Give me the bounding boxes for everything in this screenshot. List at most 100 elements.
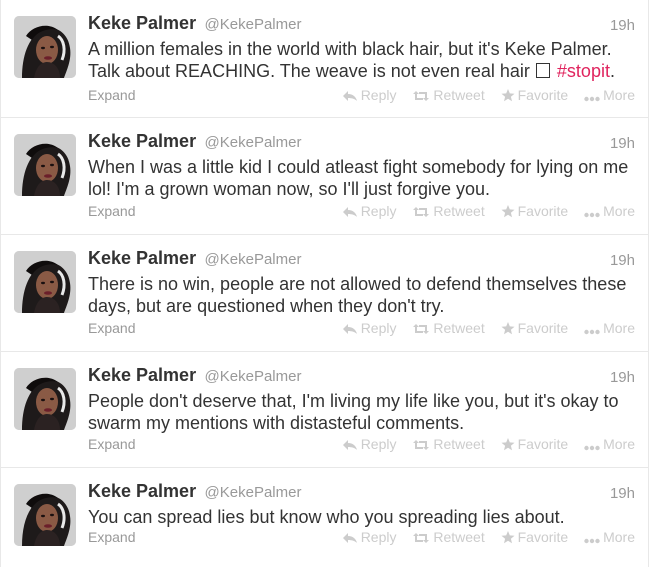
retweet-icon [413, 91, 430, 101]
dots-icon [584, 538, 600, 544]
reply-label: Reply [360, 203, 397, 219]
tweet-actions: Reply Retweet Favorite More [330, 436, 635, 452]
tweet-header: Keke Palmer @KekePalmer [88, 13, 301, 37]
retweet-label: Retweet [433, 529, 485, 545]
tweet-text-body: A million females in the world with blac… [88, 39, 612, 81]
favorite-button[interactable]: Favorite [501, 436, 568, 452]
timestamp[interactable]: 19h [610, 135, 635, 152]
retweet-label: Retweet [433, 320, 485, 336]
retweet-label: Retweet [433, 203, 485, 219]
tweet-actions: Reply Retweet Favorite More [330, 529, 635, 545]
avatar[interactable] [14, 134, 76, 196]
username[interactable]: @KekePalmer [205, 134, 302, 151]
tweet[interactable]: Keke Palmer @KekePalmer 19h You can spre… [1, 468, 648, 567]
favorite-button[interactable]: Favorite [501, 87, 569, 103]
reply-label: Reply [360, 87, 397, 103]
fullname[interactable]: Keke Palmer [88, 365, 196, 385]
expand-link[interactable]: Expand [88, 203, 135, 219]
expand-link[interactable]: Expand [88, 320, 135, 336]
tweet[interactable]: Keke Palmer @KekePalmer 19h A million fe… [1, 0, 648, 118]
reply-arrow-icon [342, 440, 357, 450]
tweet-footer: Expand Reply Retweet Favorite More [88, 87, 635, 107]
retweet-button[interactable]: Retweet [412, 87, 485, 103]
tweet-header: Keke Palmer @KekePalmer [88, 131, 301, 155]
timestamp[interactable]: 19h [610, 369, 635, 386]
tweet-text: When I was a little kid I could atleast … [88, 157, 629, 199]
more-button[interactable]: More [584, 529, 635, 545]
star-icon [501, 322, 515, 335]
tweet-text: People don't deserve that, I'm living my… [88, 391, 619, 433]
avatar[interactable] [14, 484, 76, 546]
tweet-header: Keke Palmer @KekePalmer [88, 365, 301, 389]
more-label: More [603, 203, 635, 219]
hashtag-link[interactable]: #stopit [557, 61, 610, 81]
fullname[interactable]: Keke Palmer [88, 248, 196, 268]
tweet-text: A million females in the world with blac… [88, 38, 636, 82]
dots-icon [584, 96, 600, 102]
reply-label: Reply [360, 320, 397, 336]
favorite-button[interactable]: Favorite [501, 529, 568, 545]
star-icon [501, 89, 515, 102]
timestamp[interactable]: 19h [610, 252, 635, 269]
more-button[interactable]: More [584, 436, 635, 452]
username[interactable]: @KekePalmer [205, 16, 302, 33]
reply-arrow-icon [342, 207, 357, 217]
dots-icon [584, 329, 600, 335]
timestamp[interactable]: 19h [610, 17, 635, 34]
tweet[interactable]: Keke Palmer @KekePalmer 19h People don't… [1, 352, 648, 468]
favorite-label: Favorite [517, 320, 569, 336]
username[interactable]: @KekePalmer [205, 368, 302, 385]
reply-button[interactable]: Reply [342, 529, 397, 545]
favorite-button[interactable]: Favorite [501, 320, 569, 336]
retweet-label: Retweet [433, 436, 485, 452]
fullname[interactable]: Keke Palmer [88, 13, 196, 33]
tweet-footer: Expand Reply Retweet Favorite More [88, 436, 635, 456]
more-label: More [603, 529, 635, 545]
more-button[interactable]: More [584, 203, 635, 219]
tweet[interactable]: Keke Palmer @KekePalmer 19h When I was a… [1, 118, 648, 235]
retweet-button[interactable]: Retweet [412, 529, 485, 545]
retweet-button[interactable]: Retweet [412, 436, 485, 452]
tweet-footer: Expand Reply Retweet Favorite More [88, 320, 635, 340]
favorite-label: Favorite [517, 87, 569, 103]
avatar[interactable] [14, 16, 76, 78]
more-button[interactable]: More [584, 320, 635, 336]
retweet-button[interactable]: Retweet [412, 203, 485, 219]
avatar[interactable] [14, 368, 76, 430]
reply-button[interactable]: Reply [342, 203, 397, 219]
star-icon [501, 205, 515, 218]
tweet-footer: Expand Reply Retweet Favorite More [88, 529, 635, 549]
username[interactable]: @KekePalmer [205, 484, 302, 501]
retweet-label: Retweet [433, 87, 485, 103]
tweet-header: Keke Palmer @KekePalmer [88, 248, 301, 272]
reply-arrow-icon [342, 324, 357, 334]
expand-link[interactable]: Expand [88, 436, 135, 452]
dots-icon [584, 212, 600, 218]
reply-label: Reply [360, 529, 397, 545]
fullname[interactable]: Keke Palmer [88, 481, 196, 501]
reply-button[interactable]: Reply [342, 436, 397, 452]
tweet-footer: Expand Reply Retweet Favorite More [88, 203, 635, 223]
tweet-text: You can spread lies but know who you spr… [88, 507, 565, 527]
more-label: More [603, 87, 635, 103]
more-button[interactable]: More [584, 87, 635, 103]
username[interactable]: @KekePalmer [205, 251, 302, 268]
reply-arrow-icon [342, 533, 357, 543]
reply-button[interactable]: Reply [342, 320, 397, 336]
tweet-actions: Reply Retweet Favorite More [330, 87, 635, 103]
retweet-icon [413, 440, 430, 450]
retweet-button[interactable]: Retweet [412, 320, 485, 336]
timestamp[interactable]: 19h [610, 485, 635, 502]
expand-link[interactable]: Expand [88, 529, 135, 545]
tweet-actions: Reply Retweet Favorite More [330, 320, 635, 336]
favorite-button[interactable]: Favorite [501, 203, 568, 219]
tweet[interactable]: Keke Palmer @KekePalmer 19h There is no … [1, 235, 648, 352]
reply-button[interactable]: Reply [342, 87, 397, 103]
expand-link[interactable]: Expand [88, 87, 135, 103]
avatar[interactable] [14, 251, 76, 313]
fullname[interactable]: Keke Palmer [88, 131, 196, 151]
reply-arrow-icon [342, 91, 357, 101]
reply-label: Reply [360, 436, 397, 452]
tweet-text-suffix: . [609, 61, 615, 81]
more-label: More [603, 436, 635, 452]
